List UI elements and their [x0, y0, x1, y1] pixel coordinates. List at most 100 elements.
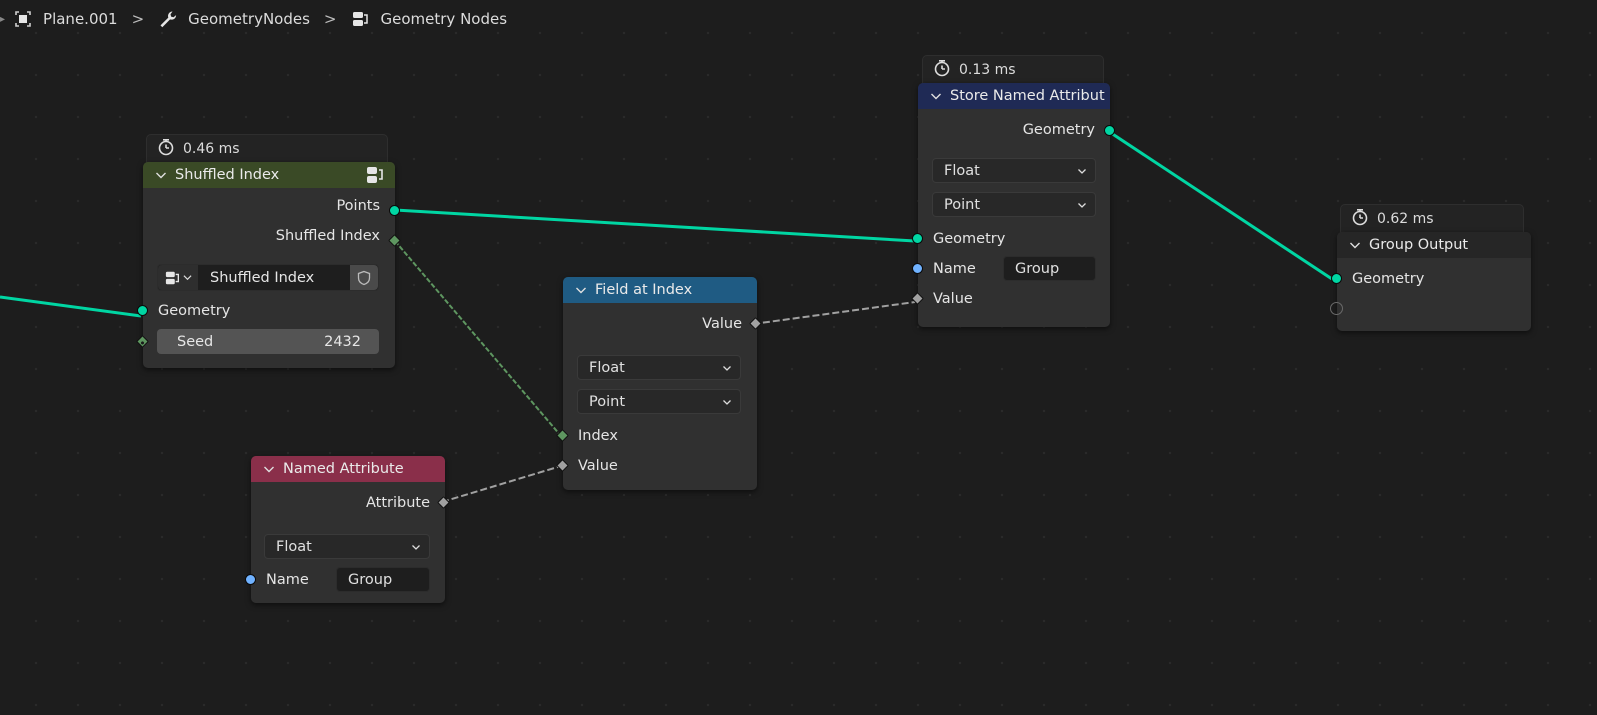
input-geometry: Geometry: [143, 299, 395, 323]
stopwatch-icon: [933, 59, 951, 81]
name-field[interactable]: Group: [336, 567, 430, 592]
output-value: Value: [563, 312, 757, 336]
domain-dropdown[interactable]: Point: [932, 192, 1096, 217]
fake-user-button[interactable]: [350, 265, 378, 290]
socket-label: Attribute: [365, 495, 430, 511]
data-type-dropdown[interactable]: Float: [932, 158, 1096, 183]
node-group-icon[interactable]: [365, 165, 385, 189]
store-named-attribute-node[interactable]: Store Named Attribut Geometry Float Poin…: [911, 83, 1115, 327]
dropdown-value: Float: [944, 162, 980, 179]
name-value: Group: [348, 571, 393, 588]
node-tree-icon: [165, 271, 179, 284]
shuffled-index-node[interactable]: Shuffled Index Points Shuffled Index Shu…: [136, 162, 401, 368]
link-points-to-store-geometry[interactable]: [394, 208, 916, 243]
chevron-down-icon: [723, 400, 731, 405]
collapse-chevron-icon[interactable]: [575, 284, 587, 296]
node-header[interactable]: Field at Index: [563, 277, 757, 303]
group-output-timer: 0.62 ms: [1340, 204, 1524, 234]
link-shuffled-index-to-field-index[interactable]: [394, 240, 562, 437]
chevron-down-icon: [1078, 169, 1086, 174]
collapse-arrow-icon[interactable]: ▸: [0, 14, 5, 25]
store-named-attribute-timer: 0.13 ms: [922, 55, 1104, 85]
socket-label: Index: [578, 428, 618, 444]
dropdown-value: Point: [589, 393, 626, 410]
shuffled-index-timer: 0.46 ms: [146, 134, 388, 164]
timer-value: 0.46 ms: [183, 141, 240, 157]
socket-label: Value: [702, 316, 742, 332]
collapse-chevron-icon[interactable]: [930, 90, 942, 102]
socket-label: Geometry: [1022, 122, 1095, 138]
output-shuffled-index: Shuffled Index: [143, 224, 395, 248]
node-title: Store Named Attribut: [950, 88, 1105, 104]
output-geometry: Geometry: [918, 118, 1110, 142]
node-header[interactable]: Group Output: [1337, 232, 1531, 258]
timer-value: 0.13 ms: [959, 62, 1016, 78]
socket-label: Geometry: [1352, 271, 1425, 287]
breadcrumb-object[interactable]: Plane.001: [13, 9, 118, 29]
name-input-socket[interactable]: [245, 574, 256, 585]
node-title: Shuffled Index: [175, 167, 280, 183]
socket-label: Name: [266, 572, 309, 588]
node-group-selector[interactable]: Shuffled Index: [157, 264, 379, 291]
dropdown-value: Point: [944, 196, 981, 213]
named-attribute-node[interactable]: Named Attribute Attribute Float Name Gro…: [245, 456, 450, 603]
dropdown-value: Float: [276, 538, 312, 555]
collapse-chevron-icon[interactable]: [263, 463, 275, 475]
breadcrumb-node-tree[interactable]: Geometry Nodes: [351, 9, 507, 29]
link-attribute-to-field-value[interactable]: [441, 465, 562, 503]
node-header[interactable]: Named Attribute: [251, 456, 445, 482]
breadcrumb-separator: >: [323, 10, 337, 28]
socket-label: Value: [933, 291, 973, 307]
chevron-down-icon: [1078, 203, 1086, 208]
domain-dropdown[interactable]: Point: [577, 389, 741, 414]
geometry-output-socket[interactable]: [1104, 125, 1115, 136]
geometry-input-socket[interactable]: [137, 305, 148, 316]
geometry-input-socket[interactable]: [912, 233, 923, 244]
socket-label: Geometry: [933, 231, 1006, 247]
seed-value: 2432: [324, 333, 361, 350]
seed-label: Seed: [177, 333, 214, 350]
points-output-socket[interactable]: [389, 205, 400, 216]
breadcrumb-separator: >: [131, 10, 145, 28]
input-geometry: Geometry: [1337, 267, 1531, 291]
chevron-down-icon: [723, 366, 731, 371]
breadcrumb: ▸ Plane.001 > GeometryNodes > Geometry N…: [0, 0, 521, 38]
node-group-browse-button[interactable]: [158, 265, 198, 290]
collapse-chevron-icon[interactable]: [1349, 239, 1361, 251]
stopwatch-icon: [157, 138, 175, 160]
breadcrumb-modifier-label: GeometryNodes: [188, 10, 310, 28]
collapse-chevron-icon[interactable]: [155, 169, 167, 181]
node-header[interactable]: Store Named Attribut: [918, 83, 1110, 109]
field-at-index-node[interactable]: Field at Index Value Float Point Index V…: [556, 277, 762, 490]
empty-input-socket[interactable]: [1330, 302, 1343, 315]
output-points: Points: [143, 194, 395, 218]
data-type-dropdown[interactable]: Float: [577, 355, 741, 380]
geometry-input-socket[interactable]: [1331, 273, 1342, 284]
chevron-down-icon: [412, 545, 420, 550]
link-geometry-input-to-shuffled[interactable]: [0, 295, 142, 318]
node-group-name[interactable]: Shuffled Index: [198, 270, 350, 286]
object-icon: [13, 9, 33, 29]
input-value: Value: [918, 287, 1110, 311]
socket-label: Value: [578, 458, 618, 474]
data-type-dropdown[interactable]: Float: [264, 534, 430, 559]
node-header[interactable]: Shuffled Index: [143, 162, 395, 188]
seed-field[interactable]: Seed 2432: [157, 329, 379, 354]
link-field-value-to-store-value[interactable]: [752, 301, 916, 325]
socket-label: Geometry: [158, 303, 231, 319]
node-title: Field at Index: [595, 282, 693, 298]
input-value: Value: [563, 454, 757, 478]
breadcrumb-modifier[interactable]: GeometryNodes: [158, 9, 310, 29]
node-title: Group Output: [1369, 237, 1469, 253]
input-index: Index: [563, 424, 757, 448]
link-store-to-group-output[interactable]: [1107, 129, 1333, 281]
node-tree-icon: [351, 9, 371, 29]
output-attribute: Attribute: [251, 491, 445, 515]
name-input-socket[interactable]: [912, 263, 923, 274]
group-output-node[interactable]: Group Output Geometry: [1330, 232, 1531, 331]
name-field[interactable]: Group: [1003, 256, 1096, 281]
shield-icon: [357, 270, 371, 285]
input-geometry: Geometry: [918, 227, 1110, 251]
chevron-down-icon: [182, 275, 192, 281]
name-value: Group: [1015, 260, 1060, 277]
